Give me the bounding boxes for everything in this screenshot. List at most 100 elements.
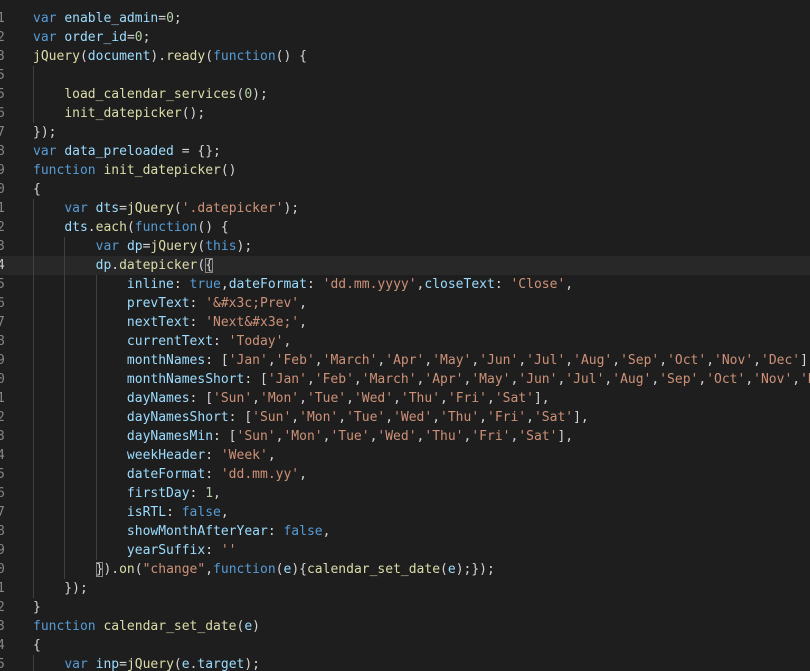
code-token: ,: [659, 353, 668, 368]
code-token: 'Fri': [447, 391, 488, 406]
line-number: 0: [0, 562, 5, 577]
code-token: 'Fri': [487, 410, 527, 425]
code-line[interactable]: 5 load_calendar_services(0);: [0, 85, 810, 104]
code-line[interactable]: 0 monthNamesShort: ['Jan','Feb','March',…: [0, 370, 810, 389]
code-line[interactable]: 3 function calendar_set_date(e): [0, 617, 810, 636]
code-text: weekHeader: 'Week',: [33, 446, 276, 465]
code-line[interactable]: 7 nextText: 'Next&#x3e;',: [0, 313, 810, 332]
code-line[interactable]: 4 dp.datepicker({: [0, 256, 810, 275]
code-token: dp: [126, 239, 143, 254]
code-token: ,: [706, 353, 715, 368]
code-token: 'Tue': [330, 429, 370, 444]
code-token: :: [213, 334, 229, 349]
code-token: 'Aug': [573, 353, 613, 368]
code-token: ;: [142, 30, 151, 45]
code-line[interactable]: 8 currentText: 'Today',: [0, 332, 810, 351]
code-token: 'Mon': [260, 391, 300, 406]
code-token: () {: [197, 220, 229, 235]
indent-guide: [95, 275, 97, 560]
line-number: 5: [0, 277, 5, 292]
code-token: 'Oct': [667, 353, 707, 368]
code-token: dateFormat: [228, 277, 307, 292]
code-token: "change": [142, 562, 206, 577]
code-token: 'Sat': [494, 391, 534, 406]
code-line[interactable]: 9 yearSuffix: '': [0, 541, 810, 560]
code-token: '': [220, 543, 237, 558]
code-token: '.datepicker': [181, 201, 284, 216]
code-token: 'De: [800, 372, 810, 387]
code-token: dts: [64, 220, 88, 235]
code-line[interactable]: 4{: [0, 636, 810, 655]
code-line[interactable]: 1 });: [0, 579, 810, 598]
code-text: monthNames: ['Jan','Feb','March','Apr','…: [33, 351, 810, 370]
code-line[interactable]: 6 firstDay: 1,: [0, 484, 810, 503]
code-line[interactable]: 1 dayNames: ['Sun','Mon','Tue','Wed','Th…: [0, 389, 810, 408]
code-text: isRTL: false,: [33, 503, 229, 522]
code-line[interactable]: 2 dayNamesShort: ['Sun','Mon','Tue','Wed…: [0, 408, 810, 427]
code-text: {: [33, 636, 41, 655]
line-number: 2: [0, 410, 5, 425]
code-line[interactable]: 6 init_datepicker();: [0, 104, 810, 123]
code-token: :: [306, 277, 323, 292]
code-line[interactable]: 3 var dp=jQuery(this);: [0, 237, 810, 256]
code-line[interactable]: 1 var enable_admin=0;: [0, 9, 810, 28]
code-token: :: [205, 543, 221, 558]
code-token: ,: [526, 410, 534, 425]
code-token: );: [252, 87, 268, 102]
line-number: 4: [0, 638, 5, 653]
code-token: dayNamesMin: [126, 429, 214, 444]
code-line[interactable]: 3 dayNamesMin: ['Sun','Mon','Tue','Wed',…: [0, 427, 810, 446]
code-token: ){: [291, 562, 307, 577]
line-number: 2: [0, 220, 5, 235]
code-line[interactable]: 9 monthNames: ['Jan','Feb','March','Apr'…: [0, 351, 810, 370]
line-number: 5: [0, 467, 5, 482]
code-line[interactable]: 7});: [0, 123, 810, 142]
code-token: jQuery: [150, 239, 198, 254]
code-text: });: [33, 579, 88, 598]
code-token: 'dd.mm.yyyy': [322, 277, 417, 292]
code-token: function: [213, 562, 276, 577]
code-line[interactable]: 2}: [0, 598, 810, 617]
code-line[interactable]: 1 var dts=jQuery('.datepicker');: [0, 199, 810, 218]
line-number: 1: [0, 11, 5, 26]
code-token: (: [440, 562, 448, 577]
code-text: var order_id=0;: [33, 28, 150, 47]
code-text: inline: true,dateFormat: 'dd.mm.yyyy',cl…: [33, 275, 573, 294]
bracket-match: {: [205, 258, 214, 273]
code-line[interactable]: 5 dateFormat: 'dd.mm.yy',: [0, 465, 810, 484]
code-token: ;: [173, 11, 182, 26]
code-line[interactable]: 8 showMonthAfterYear: false,: [0, 522, 810, 541]
line-number: 3: [0, 429, 5, 444]
code-token: : [: [244, 372, 268, 387]
code-token: 'March': [361, 372, 417, 387]
code-editor[interactable]: 1 var enable_admin=0; 2 var order_id=0; 3 jQu…: [0, 0, 810, 671]
code-token: var: [64, 657, 88, 671]
code-line[interactable]: 8 var data_preloaded = {};: [0, 142, 810, 161]
code-token: each: [95, 220, 127, 235]
code-token: 'Tue': [346, 410, 386, 425]
code-line[interactable]: 6 prevText: '&#x3c;Prev',: [0, 294, 810, 313]
code-line[interactable]: 5 var inp=jQuery(e.target);: [0, 655, 810, 671]
code-line[interactable]: 2 dts.each(function() {: [0, 218, 810, 237]
code-token: 'Sun': [252, 410, 292, 425]
code-token: ,: [792, 372, 801, 387]
code-line[interactable]: 9 function init_datepicker(): [0, 161, 810, 180]
code-line[interactable]: 0 }).on("change",function(e){calendar_se…: [0, 560, 810, 579]
code-token: ,: [314, 353, 323, 368]
code-line[interactable]: 5: [0, 66, 810, 85]
line-number: 3: [0, 619, 5, 634]
code-token: 0: [166, 11, 174, 26]
code-token: function: [213, 49, 276, 64]
code-line[interactable]: 3 jQuery(document).ready(function() {: [0, 47, 810, 66]
code-line[interactable]: 7 isRTL: false,: [0, 503, 810, 522]
code-line[interactable]: 5 inline: true,dateFormat: 'dd.mm.yyyy',…: [0, 275, 810, 294]
code-line[interactable]: 2 var order_id=0;: [0, 28, 810, 47]
code-line[interactable]: 0{: [0, 180, 810, 199]
code-token: 'Jul': [526, 353, 566, 368]
code-text: dayNamesShort: ['Sun','Mon','Tue','Wed',…: [33, 408, 589, 427]
code-token: dayNamesShort: [126, 410, 229, 425]
code-line[interactable]: 4 weekHeader: 'Week',: [0, 446, 810, 465]
